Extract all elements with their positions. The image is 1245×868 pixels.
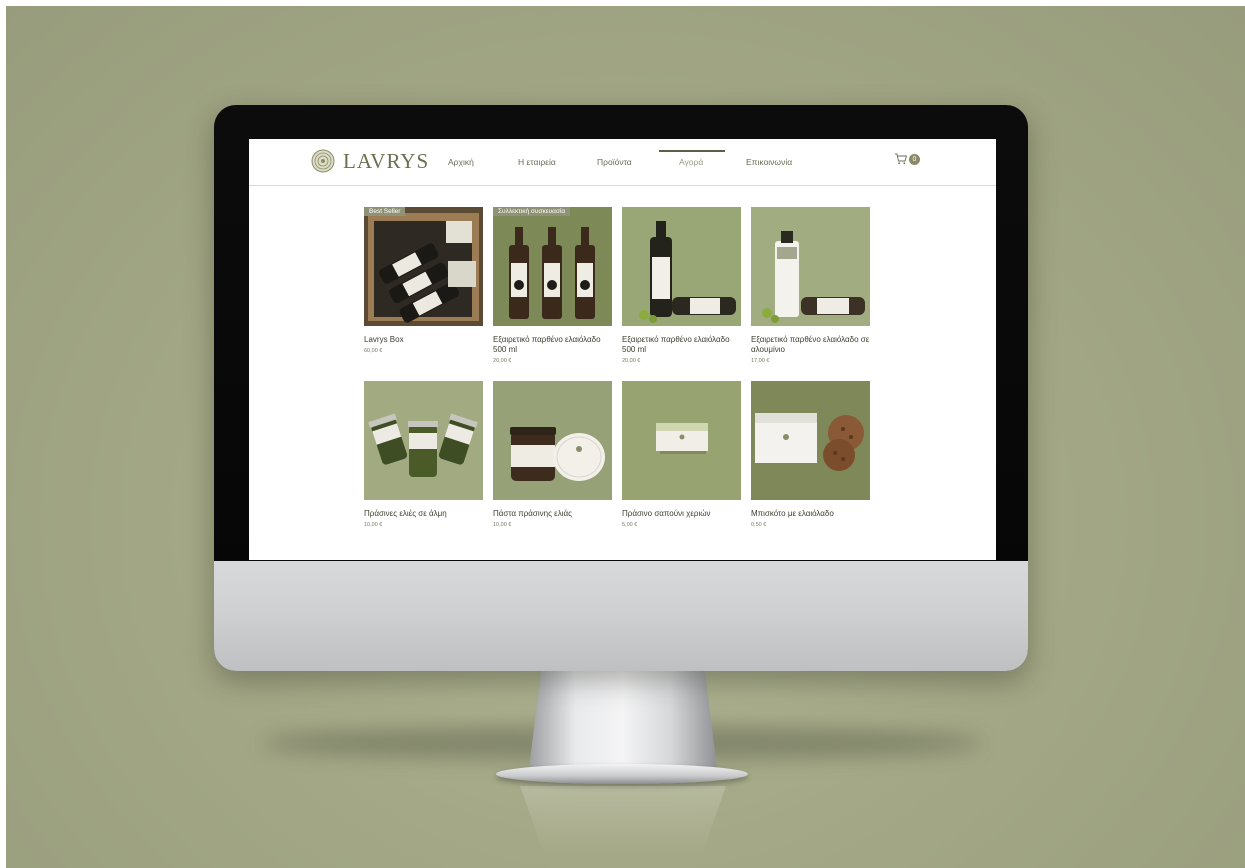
product-card[interactable]: Best Seller Lavrys Box 60,00 € bbox=[364, 207, 483, 354]
product-name[interactable]: Lavrys Box bbox=[364, 335, 483, 345]
monitor-chin bbox=[214, 561, 1028, 671]
product-price: 20,00 € bbox=[622, 358, 641, 364]
stand-reflection bbox=[520, 786, 726, 856]
product-image-gift-box[interactable]: Best Seller bbox=[364, 207, 483, 326]
product-name[interactable]: Μπισκότο με ελαιόλαδο bbox=[751, 509, 870, 519]
cart-icon bbox=[895, 153, 907, 165]
product-price: 20,00 € bbox=[493, 358, 512, 364]
nav-item-shop[interactable]: Αγορά bbox=[679, 157, 703, 167]
product-card[interactable]: Εξαιρετικό παρθένο ελαιόλαδο 500 ml 20,0… bbox=[622, 207, 741, 364]
nav-item-products[interactable]: Προϊόντα bbox=[597, 157, 632, 167]
monitor-stand bbox=[528, 669, 718, 777]
product-image-olive-jars[interactable] bbox=[364, 381, 483, 500]
ribbon-label: Συλλεκτική συσκευασία bbox=[493, 207, 571, 216]
site-header: LAVRYS Αρχική Η εταιρεία Προϊόντα Αγορά … bbox=[249, 139, 996, 186]
product-card[interactable]: Πράσινες ελιές σε άλμη 10,00 € bbox=[364, 381, 483, 528]
nav-item-home[interactable]: Αρχική bbox=[448, 157, 474, 167]
product-name[interactable]: Εξαιρετικό παρθένο ελαιόλαδο 500 ml bbox=[493, 335, 612, 355]
product-price: 60,00 € bbox=[364, 348, 383, 354]
website-screen: LAVRYS Αρχική Η εταιρεία Προϊόντα Αγορά … bbox=[249, 139, 996, 560]
product-name[interactable]: Εξαιρετικό παρθένο ελαιόλαδο σε αλουμίνι… bbox=[751, 335, 870, 355]
product-price: 17,00 € bbox=[751, 358, 770, 364]
product-image-paste-jar[interactable] bbox=[493, 381, 612, 500]
product-price: 10,00 € bbox=[364, 522, 383, 528]
product-name[interactable]: Εξαιρετικό παρθένο ελαιόλαδο 500 ml bbox=[622, 335, 741, 355]
nav-item-company[interactable]: Η εταιρεία bbox=[518, 157, 556, 167]
site-logo[interactable]: LAVRYS bbox=[311, 148, 429, 174]
product-name[interactable]: Πάστα πράσινης ελιάς bbox=[493, 509, 612, 519]
product-name[interactable]: Πράσινο σαπούνι χεριών bbox=[622, 509, 741, 519]
product-image-aluminium-bottle[interactable] bbox=[751, 207, 870, 326]
nav-item-contact[interactable]: Επικοινωνία bbox=[746, 157, 792, 167]
monitor-base bbox=[496, 764, 748, 784]
product-card[interactable]: Πράσινο σαπούνι χεριών 5,00 € bbox=[622, 381, 741, 528]
product-card[interactable]: Μπισκότο με ελαιόλαδο 0,50 € bbox=[751, 381, 870, 528]
product-image-glass-bottle[interactable] bbox=[622, 207, 741, 326]
product-card[interactable]: Συλλεκτική συσκευασία Εξαιρετικό παρθένο… bbox=[493, 207, 612, 364]
cart-count-badge: 0 bbox=[909, 153, 920, 165]
ribbon-label: Best Seller bbox=[364, 207, 406, 216]
product-price: 5,00 € bbox=[622, 522, 638, 528]
product-image-three-bottles[interactable]: Συλλεκτική συσκευασία bbox=[493, 207, 612, 326]
nav-active-underline bbox=[659, 150, 725, 152]
product-price: 0,50 € bbox=[751, 522, 767, 528]
product-name[interactable]: Πράσινες ελιές σε άλμη bbox=[364, 509, 483, 519]
product-card[interactable]: Πάστα πράσινης ελιάς 10,00 € bbox=[493, 381, 612, 528]
product-image-soap[interactable] bbox=[622, 381, 741, 500]
olive-tree-rings-icon bbox=[311, 149, 335, 173]
product-card[interactable]: Εξαιρετικό παρθένο ελαιόλαδο σε αλουμίνι… bbox=[751, 207, 870, 364]
product-price: 10,00 € bbox=[493, 522, 512, 528]
cart-button[interactable]: 0 bbox=[894, 152, 920, 166]
brand-name: LAVRYS bbox=[343, 148, 430, 173]
product-image-cookies[interactable] bbox=[751, 381, 870, 500]
